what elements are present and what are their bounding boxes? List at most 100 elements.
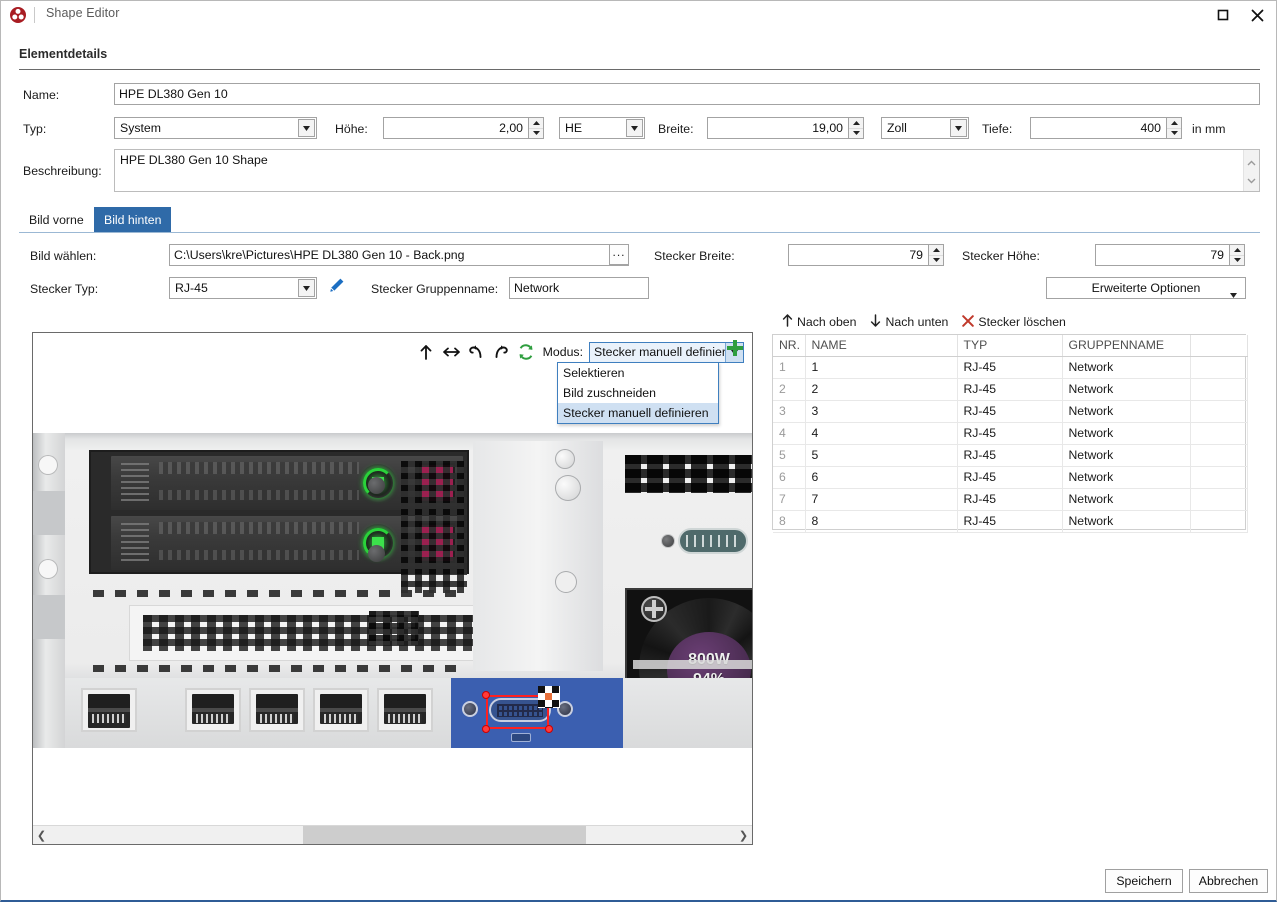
name-input[interactable]: HPE DL380 Gen 10	[114, 83, 1260, 105]
tiefe-input[interactable]: 400	[1030, 117, 1167, 139]
cell-name[interactable]: 2	[805, 378, 958, 401]
cell-typ[interactable]: RJ-45	[957, 356, 1063, 379]
beschreibung-textarea[interactable]: HPE DL380 Gen 10 Shape	[114, 149, 1260, 192]
column-header-typ[interactable]: TYP	[957, 335, 1063, 357]
cell-name[interactable]: 4	[805, 422, 958, 445]
cell-gruppenname[interactable]: Network	[1062, 356, 1191, 379]
tab-bild-hinten[interactable]: Bild hinten	[94, 207, 172, 232]
stepper-down-icon[interactable]	[1230, 255, 1244, 265]
rj45-port[interactable]	[377, 688, 433, 732]
cell-blank[interactable]	[1190, 488, 1248, 511]
gruppenname-input[interactable]: Network	[509, 277, 649, 299]
table-row[interactable]: 6 6 RJ-45 Network	[773, 466, 1248, 489]
cell-blank[interactable]	[1190, 444, 1248, 467]
cell-gruppenname[interactable]: Network	[1062, 444, 1191, 467]
save-button[interactable]: Speichern	[1105, 869, 1183, 893]
stecker-hoehe-stepper[interactable]	[1230, 244, 1245, 266]
typ-select[interactable]: System	[114, 117, 317, 139]
canvas-horizontal-scrollbar[interactable]: ❮ ❯	[33, 825, 752, 844]
breite-unit-select[interactable]: Zoll	[881, 117, 969, 139]
close-button[interactable]	[1240, 1, 1274, 29]
stecker-table[interactable]: NR. NAME TYP GRUPPENNAME 1 1 RJ-45 Netwo…	[772, 334, 1248, 533]
stepper-up-icon[interactable]	[1230, 245, 1244, 256]
scrollbar-track[interactable]	[50, 826, 735, 844]
selection-grip-cursor[interactable]	[538, 686, 560, 708]
cell-gruppenname[interactable]: Network	[1062, 510, 1191, 533]
stepper-up-icon[interactable]	[849, 118, 863, 129]
stepper-down-icon[interactable]	[929, 255, 943, 265]
rj45-port-mgmt[interactable]	[81, 688, 137, 732]
delete-stecker-button[interactable]: Stecker löschen	[962, 314, 1066, 330]
scroll-down-icon[interactable]	[1247, 171, 1256, 189]
breite-stepper[interactable]	[849, 117, 864, 139]
arrow-up-icon[interactable]	[414, 339, 439, 365]
arrow-left-right-icon[interactable]	[439, 339, 464, 365]
tab-bild-vorne[interactable]: Bild vorne	[19, 207, 94, 232]
selection-handle-tl[interactable]	[482, 691, 490, 699]
stepper-down-icon[interactable]	[529, 128, 543, 138]
cell-gruppenname[interactable]: Network	[1062, 400, 1191, 423]
stepper-down-icon[interactable]	[1167, 128, 1181, 138]
move-down-button[interactable]: Nach unten	[870, 314, 948, 330]
modus-option-bild-zuschneiden[interactable]: Bild zuschneiden	[558, 383, 718, 403]
selection-handle-br[interactable]	[545, 725, 553, 733]
cell-gruppenname[interactable]: Network	[1062, 466, 1191, 489]
scroll-up-icon[interactable]	[1247, 153, 1256, 171]
add-stecker-button[interactable]	[725, 339, 745, 360]
cell-gruppenname[interactable]: Network	[1062, 378, 1191, 401]
cell-name[interactable]: 6	[805, 466, 958, 489]
cell-blank[interactable]	[1190, 466, 1248, 489]
table-row[interactable]: 7 7 RJ-45 Network	[773, 488, 1248, 511]
beschreibung-scrollbar[interactable]	[1243, 150, 1259, 191]
stecker-breite-input[interactable]: 79	[788, 244, 929, 266]
stecker-breite-stepper[interactable]	[929, 244, 944, 266]
rj45-port[interactable]	[313, 688, 369, 732]
cell-blank[interactable]	[1190, 378, 1248, 401]
stepper-up-icon[interactable]	[929, 245, 943, 256]
refresh-icon[interactable]	[514, 339, 539, 365]
scrollbar-thumb[interactable]	[303, 826, 586, 844]
stepper-up-icon[interactable]	[1167, 118, 1181, 129]
tiefe-stepper[interactable]	[1167, 117, 1182, 139]
cell-name[interactable]: 3	[805, 400, 958, 423]
cell-typ[interactable]: RJ-45	[957, 510, 1063, 533]
stepper-up-icon[interactable]	[529, 118, 543, 129]
cancel-button[interactable]: Abbrechen	[1189, 869, 1268, 893]
rj45-port[interactable]	[249, 688, 305, 732]
cell-name[interactable]: 5	[805, 444, 958, 467]
column-header-gruppenname[interactable]: GRUPPENNAME	[1062, 335, 1191, 357]
hoehe-stepper[interactable]	[529, 117, 544, 139]
cell-typ[interactable]: RJ-45	[957, 488, 1063, 511]
column-header-blank[interactable]	[1190, 335, 1248, 357]
stepper-down-icon[interactable]	[849, 128, 863, 138]
redo-icon[interactable]	[489, 339, 514, 365]
edit-stecker-typ-button[interactable]	[323, 277, 349, 299]
cell-blank[interactable]	[1190, 400, 1248, 423]
modus-option-stecker-manuell-definieren[interactable]: Stecker manuell definieren	[558, 403, 718, 423]
selection-handle-bl[interactable]	[482, 725, 490, 733]
bild-waehlen-input[interactable]: C:\Users\kre\Pictures\HPE DL380 Gen 10 -…	[169, 244, 629, 266]
hoehe-unit-select[interactable]: HE	[559, 117, 645, 139]
modus-select[interactable]: Stecker manuell definiere	[589, 341, 744, 363]
cell-name[interactable]: 7	[805, 488, 958, 511]
hoehe-input[interactable]: 2,00	[383, 117, 529, 139]
server-rear-image[interactable]: 800W 94%	[33, 433, 752, 748]
table-row[interactable]: 2 2 RJ-45 Network	[773, 378, 1248, 401]
cell-name[interactable]: 8	[805, 510, 958, 533]
cell-typ[interactable]: RJ-45	[957, 444, 1063, 467]
cell-name[interactable]: 1	[805, 356, 958, 379]
move-up-button[interactable]: Nach oben	[782, 314, 856, 330]
scroll-left-icon[interactable]: ❮	[33, 826, 50, 844]
cell-gruppenname[interactable]: Network	[1062, 488, 1191, 511]
table-row[interactable]: 3 3 RJ-45 Network	[773, 400, 1248, 423]
column-header-nr[interactable]: NR.	[773, 335, 806, 357]
modus-dropdown-list[interactable]: Selektieren Bild zuschneiden Stecker man…	[557, 362, 719, 424]
scroll-right-icon[interactable]: ❯	[735, 826, 752, 844]
maximize-button[interactable]	[1206, 1, 1240, 29]
modus-option-selektieren[interactable]: Selektieren	[558, 363, 718, 383]
stecker-hoehe-input[interactable]: 79	[1095, 244, 1230, 266]
column-header-name[interactable]: NAME	[805, 335, 958, 357]
cell-gruppenname[interactable]: Network	[1062, 422, 1191, 445]
cell-typ[interactable]: RJ-45	[957, 400, 1063, 423]
erweiterte-optionen-button[interactable]: Erweiterte Optionen	[1046, 277, 1246, 299]
